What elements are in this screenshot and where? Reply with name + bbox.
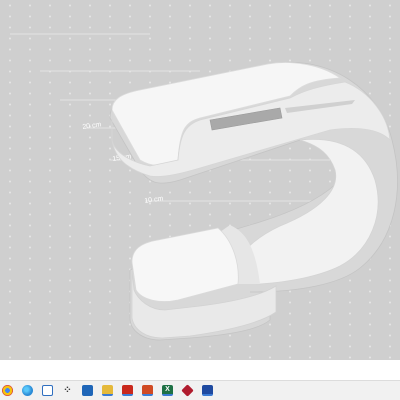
analytics-app-icon[interactable] [202,385,213,396]
ruby-app-icon[interactable] [181,384,194,397]
viewport-bottom-margin [0,360,400,380]
excel-icon[interactable]: X [162,385,173,396]
3d-viewport[interactable]: 20 cm 15 cm 10 cm [0,0,400,360]
acrobat-icon[interactable] [122,385,133,396]
headphone-stand-model[interactable] [0,0,400,360]
folder-icon[interactable] [102,385,113,396]
edge-icon[interactable] [22,385,33,396]
chrome-icon[interactable] [2,385,13,396]
grid-app-icon[interactable]: ⁘ [62,385,73,396]
windows-taskbar: ⁘ X [0,380,400,400]
settings-icon[interactable] [82,385,93,396]
powerpoint-icon[interactable] [142,385,153,396]
file-explorer-icon[interactable] [42,385,53,396]
